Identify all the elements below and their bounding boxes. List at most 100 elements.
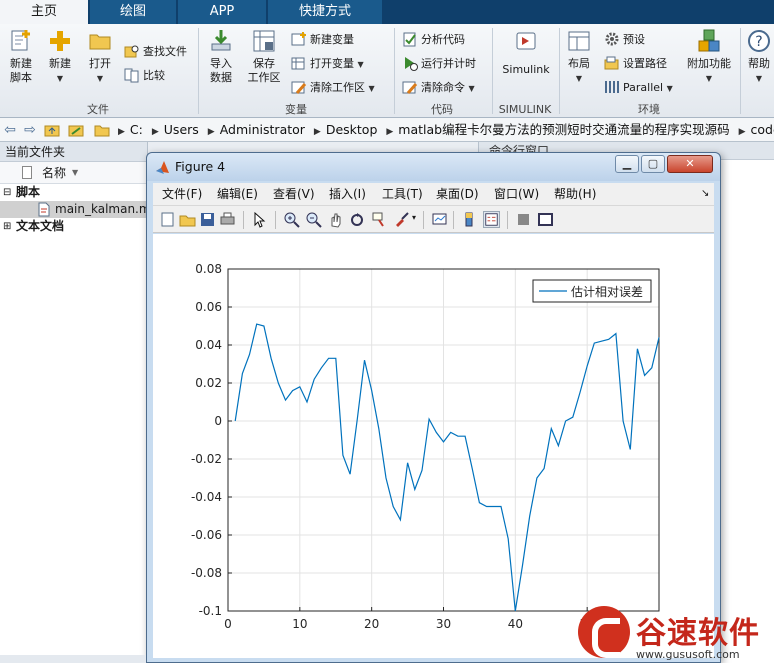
open-file-icon[interactable] [179,211,196,228]
column-header-name[interactable]: 名称 ▼ [0,162,147,184]
save-icon[interactable] [199,211,216,228]
new-variable-label: 新建变量 [310,33,354,46]
line-chart[interactable]: 01020304050-0.1-0.08-0.06-0.04-0.0200.02… [153,234,714,658]
group-label-variable: 变量 [285,103,307,116]
preferences-button[interactable]: 预设 [604,30,645,50]
breadcrumb-item[interactable]: code [751,122,774,137]
menu-insert[interactable]: 插入(I) [329,183,366,205]
chevron-down-icon: ▼ [96,74,104,83]
pointer-arrow-icon[interactable] [251,211,268,228]
back-arrow-icon[interactable]: ⇦ [2,122,18,138]
hide-plot-tools-icon[interactable] [515,211,532,228]
breadcrumb-item[interactable]: Users [164,122,199,137]
folder-icon [94,122,110,138]
rotate-3d-icon[interactable] [349,211,366,228]
chevron-down-icon[interactable]: ▾ [412,213,416,222]
tab-plots[interactable]: 绘图 [90,0,176,24]
help-question-icon: ? [748,30,770,52]
matlab-logo-icon [156,161,169,174]
find-files-button[interactable]: 查找文件 [124,42,187,62]
run-and-time-label: 运行并计时 [421,57,476,70]
print-icon[interactable] [219,211,236,228]
close-button[interactable]: ✕ [667,155,713,173]
menu-desktop[interactable]: 桌面(D) [436,183,479,205]
clear-workspace-button[interactable]: 清除工作区 ▼ [291,78,375,98]
figure-menubar: 文件(F) 编辑(E) 查看(V) 插入(I) 工具(T) 桌面(D) 窗口(W… [153,183,714,205]
data-cursor-icon[interactable] [371,211,388,228]
ribbon-tabbar: 主页 绘图 APP 快捷方式 [0,0,774,24]
maximize-button[interactable]: ▢ [641,155,665,173]
tab-home[interactable]: 主页 [0,0,88,24]
help-button[interactable]: ? 帮助 ▼ [744,28,774,86]
parallel-button[interactable]: Parallel ▼ [604,78,673,98]
import-data-label: 导入 数据 [210,57,232,84]
group-label-environment: 环境 [638,103,660,116]
set-path-button[interactable]: 设置路径 [604,54,667,74]
set-path-icon [604,56,619,70]
forward-arrow-icon[interactable]: ⇨ [22,122,38,138]
brush-icon[interactable] [393,211,410,228]
tree-group-label: 脚本 [16,185,41,199]
compare-button[interactable]: 比较 [124,66,165,86]
chevron-down-icon: ▼ [357,60,364,69]
new-script-icon [11,30,30,51]
layout-button[interactable]: 布局 ▼ [563,28,595,86]
up-folder-icon[interactable] [44,122,60,138]
figure-titlebar[interactable]: Figure 4 ▁ ▢ ✕ [147,153,720,181]
import-data-button[interactable]: 导入 数据 [204,28,238,85]
tree-group-label: 文本文档 [16,219,65,233]
breadcrumb-item[interactable]: matlab编程卡尔曼方法的预测短时交通流量的程序实现源码 [398,122,729,137]
run-and-time-button[interactable]: 运行并计时 [402,54,476,74]
colorbar-icon[interactable] [461,211,478,228]
menu-window[interactable]: 窗口(W) [494,183,539,205]
breadcrumb-item[interactable]: C: [130,122,143,137]
legend-icon[interactable] [483,211,500,228]
breadcrumb: ▶ C: ▶ Users ▶ Administrator ▶ Desktop ▶ matl… [118,118,774,142]
collapse-icon[interactable]: ⊟ [3,184,11,201]
new-figure-icon[interactable] [159,211,176,228]
link-plot-icon[interactable] [431,211,448,228]
plot-canvas[interactable]: 01020304050-0.1-0.08-0.06-0.04-0.0200.02… [153,234,714,658]
save-workspace-button[interactable]: 保存 工作区 [244,28,284,85]
addons-label: 附加功能 [687,57,731,70]
menu-tools[interactable]: 工具(T) [382,183,423,205]
tab-apps[interactable]: APP [178,0,266,24]
layout-label: 布局 [568,57,590,70]
pan-hand-icon[interactable] [327,211,344,228]
new-button[interactable]: 新建 ▼ [44,28,76,86]
dock-arrow-icon[interactable]: ↘ [701,183,709,205]
watermark-name: 谷速软件 [636,616,760,651]
gear-icon [605,32,619,46]
zoom-out-icon[interactable] [305,211,322,228]
chevron-down-icon: ▼ [575,74,583,83]
breadcrumb-item[interactable]: Administrator [220,122,305,137]
x-tick-label: 20 [364,617,379,631]
chevron-down-icon: ▼ [368,84,375,93]
menu-file[interactable]: 文件(F) [162,183,202,205]
file-header-icon [22,166,32,179]
new-script-button[interactable]: 新建 脚本 [4,28,38,85]
new-variable-button[interactable]: 新建变量 [291,30,354,50]
menu-view[interactable]: 查看(V) [273,183,315,205]
menu-edit[interactable]: 编辑(E) [217,183,258,205]
open-variable-button[interactable]: 打开变量 ▼ [291,54,364,74]
minimize-button[interactable]: ▁ [615,155,639,173]
show-plot-tools-icon[interactable] [537,211,554,228]
simulink-button[interactable]: Simulink [498,28,554,77]
breadcrumb-item[interactable]: Desktop [326,122,378,137]
y-tick-label: -0.02 [191,452,222,466]
tree-group-text-docs[interactable]: ⊞ 文本文档 [0,218,147,235]
list-item[interactable]: main_kalman.m [0,201,151,218]
current-folder-panel: 当前文件夹 名称 ▼ ⊟ 脚本 main_kalman.m ⊞ 文本文档 [0,142,151,663]
figure-window: Figure 4 ▁ ▢ ✕ 文件(F) 编辑(E) 查看(V) 插入(I) 工… [146,152,721,663]
expand-icon[interactable]: ⊞ [3,218,11,235]
open-button[interactable]: 打开 ▼ [83,28,117,86]
clear-commands-button[interactable]: 清除命令 ▼ [402,78,475,98]
menu-help[interactable]: 帮助(H) [554,183,596,205]
browse-folder-icon[interactable] [68,122,84,138]
tab-shortcuts[interactable]: 快捷方式 [268,0,382,24]
analyze-code-button[interactable]: 分析代码 [402,30,465,50]
tree-group-scripts[interactable]: ⊟ 脚本 [0,184,147,201]
zoom-in-icon[interactable] [283,211,300,228]
addons-button[interactable]: 附加功能 ▼ [684,28,734,86]
